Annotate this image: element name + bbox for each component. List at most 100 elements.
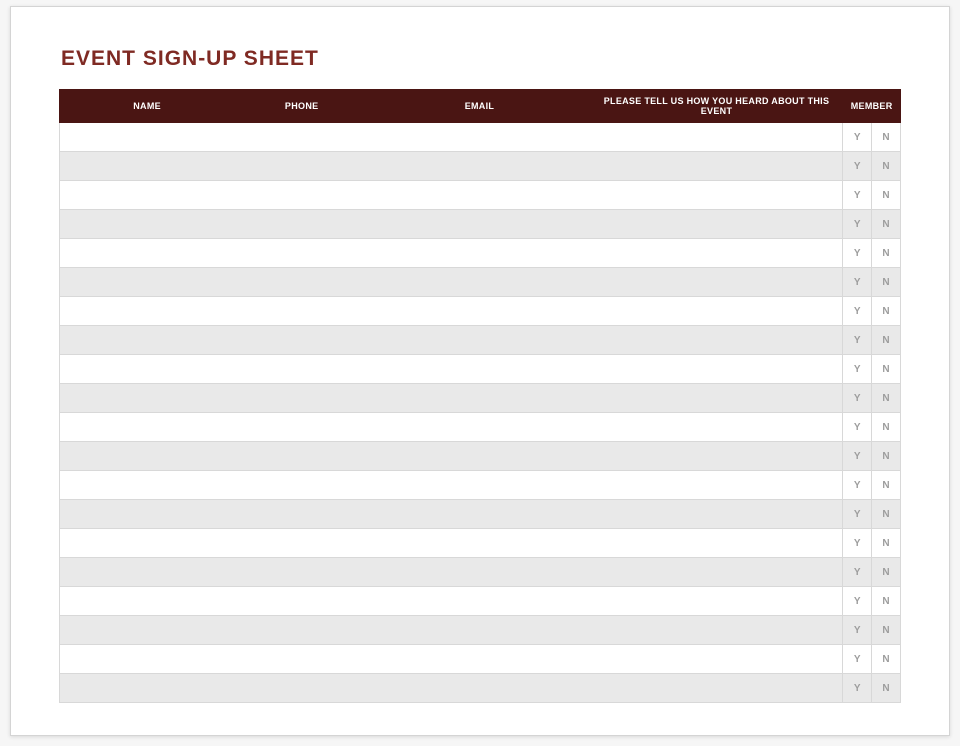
member-no[interactable]: N bbox=[872, 413, 901, 442]
cell-email[interactable] bbox=[369, 210, 591, 239]
cell-name[interactable] bbox=[60, 123, 235, 152]
cell-email[interactable] bbox=[369, 152, 591, 181]
member-yes[interactable]: Y bbox=[843, 674, 872, 703]
member-no[interactable]: N bbox=[872, 297, 901, 326]
cell-email[interactable] bbox=[369, 355, 591, 384]
member-no[interactable]: N bbox=[872, 587, 901, 616]
member-no[interactable]: N bbox=[872, 210, 901, 239]
cell-email[interactable] bbox=[369, 529, 591, 558]
cell-name[interactable] bbox=[60, 645, 235, 674]
cell-phone[interactable] bbox=[235, 355, 369, 384]
cell-name[interactable] bbox=[60, 500, 235, 529]
member-yes[interactable]: Y bbox=[843, 210, 872, 239]
cell-email[interactable] bbox=[369, 500, 591, 529]
cell-phone[interactable] bbox=[235, 239, 369, 268]
member-yes[interactable]: Y bbox=[843, 500, 872, 529]
member-yes[interactable]: Y bbox=[843, 471, 872, 500]
cell-name[interactable] bbox=[60, 268, 235, 297]
member-no[interactable]: N bbox=[872, 326, 901, 355]
member-yes[interactable]: Y bbox=[843, 442, 872, 471]
cell-name[interactable] bbox=[60, 442, 235, 471]
cell-name[interactable] bbox=[60, 355, 235, 384]
cell-email[interactable] bbox=[369, 268, 591, 297]
member-no[interactable]: N bbox=[872, 152, 901, 181]
member-no[interactable]: N bbox=[872, 239, 901, 268]
cell-heard[interactable] bbox=[590, 239, 843, 268]
cell-phone[interactable] bbox=[235, 123, 369, 152]
cell-heard[interactable] bbox=[590, 181, 843, 210]
cell-name[interactable] bbox=[60, 152, 235, 181]
cell-phone[interactable] bbox=[235, 558, 369, 587]
cell-phone[interactable] bbox=[235, 674, 369, 703]
cell-heard[interactable] bbox=[590, 529, 843, 558]
member-yes[interactable]: Y bbox=[843, 152, 872, 181]
cell-name[interactable] bbox=[60, 471, 235, 500]
member-no[interactable]: N bbox=[872, 674, 901, 703]
cell-name[interactable] bbox=[60, 384, 235, 413]
cell-name[interactable] bbox=[60, 587, 235, 616]
cell-email[interactable] bbox=[369, 616, 591, 645]
cell-heard[interactable] bbox=[590, 152, 843, 181]
member-yes[interactable]: Y bbox=[843, 558, 872, 587]
cell-phone[interactable] bbox=[235, 384, 369, 413]
cell-heard[interactable] bbox=[590, 442, 843, 471]
cell-phone[interactable] bbox=[235, 210, 369, 239]
member-yes[interactable]: Y bbox=[843, 181, 872, 210]
member-no[interactable]: N bbox=[872, 645, 901, 674]
cell-phone[interactable] bbox=[235, 326, 369, 355]
member-no[interactable]: N bbox=[872, 384, 901, 413]
cell-heard[interactable] bbox=[590, 558, 843, 587]
member-yes[interactable]: Y bbox=[843, 384, 872, 413]
cell-phone[interactable] bbox=[235, 181, 369, 210]
member-no[interactable]: N bbox=[872, 558, 901, 587]
member-yes[interactable]: Y bbox=[843, 645, 872, 674]
cell-heard[interactable] bbox=[590, 645, 843, 674]
cell-heard[interactable] bbox=[590, 471, 843, 500]
member-no[interactable]: N bbox=[872, 355, 901, 384]
cell-phone[interactable] bbox=[235, 442, 369, 471]
cell-heard[interactable] bbox=[590, 355, 843, 384]
cell-phone[interactable] bbox=[235, 587, 369, 616]
cell-phone[interactable] bbox=[235, 152, 369, 181]
cell-name[interactable] bbox=[60, 413, 235, 442]
cell-heard[interactable] bbox=[590, 297, 843, 326]
cell-email[interactable] bbox=[369, 645, 591, 674]
cell-email[interactable] bbox=[369, 558, 591, 587]
member-no[interactable]: N bbox=[872, 500, 901, 529]
cell-phone[interactable] bbox=[235, 645, 369, 674]
member-yes[interactable]: Y bbox=[843, 355, 872, 384]
member-yes[interactable]: Y bbox=[843, 616, 872, 645]
cell-heard[interactable] bbox=[590, 587, 843, 616]
member-no[interactable]: N bbox=[872, 616, 901, 645]
member-yes[interactable]: Y bbox=[843, 326, 872, 355]
cell-name[interactable] bbox=[60, 674, 235, 703]
member-no[interactable]: N bbox=[872, 529, 901, 558]
cell-heard[interactable] bbox=[590, 326, 843, 355]
cell-phone[interactable] bbox=[235, 529, 369, 558]
member-no[interactable]: N bbox=[872, 268, 901, 297]
member-no[interactable]: N bbox=[872, 181, 901, 210]
cell-email[interactable] bbox=[369, 587, 591, 616]
cell-email[interactable] bbox=[369, 181, 591, 210]
cell-name[interactable] bbox=[60, 181, 235, 210]
cell-phone[interactable] bbox=[235, 616, 369, 645]
cell-heard[interactable] bbox=[590, 210, 843, 239]
cell-heard[interactable] bbox=[590, 413, 843, 442]
cell-heard[interactable] bbox=[590, 268, 843, 297]
cell-phone[interactable] bbox=[235, 268, 369, 297]
cell-email[interactable] bbox=[369, 674, 591, 703]
cell-name[interactable] bbox=[60, 529, 235, 558]
cell-heard[interactable] bbox=[590, 674, 843, 703]
cell-name[interactable] bbox=[60, 239, 235, 268]
member-yes[interactable]: Y bbox=[843, 123, 872, 152]
cell-phone[interactable] bbox=[235, 413, 369, 442]
cell-email[interactable] bbox=[369, 384, 591, 413]
cell-name[interactable] bbox=[60, 297, 235, 326]
member-yes[interactable]: Y bbox=[843, 587, 872, 616]
member-no[interactable]: N bbox=[872, 442, 901, 471]
cell-phone[interactable] bbox=[235, 297, 369, 326]
member-yes[interactable]: Y bbox=[843, 239, 872, 268]
cell-email[interactable] bbox=[369, 239, 591, 268]
cell-email[interactable] bbox=[369, 442, 591, 471]
cell-heard[interactable] bbox=[590, 123, 843, 152]
